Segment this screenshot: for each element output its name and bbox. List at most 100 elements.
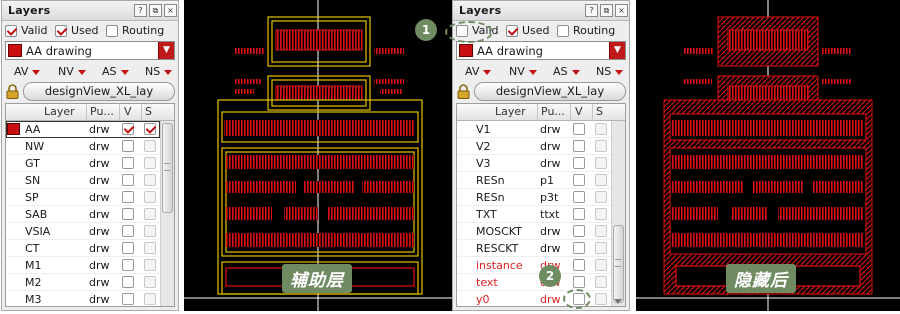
visible-checkbox[interactable]: [573, 174, 585, 186]
visible-checkbox[interactable]: [122, 157, 134, 169]
lock-icon[interactable]: [6, 84, 19, 99]
table-scrollbar[interactable]: [160, 121, 174, 306]
visible-checkbox[interactable]: [573, 191, 585, 203]
visible-checkbox[interactable]: [573, 242, 585, 254]
visible-checkbox[interactable]: [122, 191, 134, 203]
chevron-down-icon[interactable]: ▼: [158, 42, 174, 59]
filter-as-button[interactable]: AS: [102, 65, 129, 78]
selectable-checkbox[interactable]: [595, 225, 607, 237]
selectable-checkbox[interactable]: [595, 242, 607, 254]
close-icon[interactable]: ×: [615, 4, 628, 17]
filter-used[interactable]: Used: [55, 24, 99, 37]
filter-nv-button[interactable]: NV: [58, 65, 86, 78]
visible-checkbox[interactable]: [573, 123, 585, 135]
table-row[interactable]: AA drw: [6, 121, 160, 138]
table-row[interactable]: RESCKT drw: [457, 240, 611, 257]
visible-checkbox[interactable]: [573, 276, 585, 288]
col-selectable[interactable]: S: [145, 105, 152, 118]
selectable-checkbox[interactable]: [144, 276, 156, 288]
table-scrollbar[interactable]: [611, 121, 625, 306]
filter-used[interactable]: Used: [506, 24, 550, 37]
lock-icon[interactable]: [457, 84, 470, 99]
table-row[interactable]: textdrw: [457, 274, 611, 291]
visible-checkbox[interactable]: [573, 157, 585, 169]
table-row[interactable]: TXT ttxt: [457, 206, 611, 223]
selectable-checkbox[interactable]: [144, 174, 156, 186]
valid-checkbox[interactable]: [5, 24, 17, 37]
current-layer-select[interactable]: AA drawing ▼: [5, 41, 175, 60]
table-row[interactable]: V1 drw: [457, 121, 611, 138]
visible-checkbox[interactable]: [573, 140, 585, 152]
selectable-checkbox[interactable]: [144, 208, 156, 220]
help-icon[interactable]: ?: [585, 4, 598, 17]
selectable-checkbox[interactable]: [144, 225, 156, 237]
view-name-button[interactable]: designView_XL_lay: [474, 82, 626, 101]
col-layer[interactable]: Layer: [44, 105, 75, 118]
visible-checkbox[interactable]: [573, 208, 585, 220]
table-row[interactable]: GT drw: [6, 155, 160, 172]
visible-checkbox[interactable]: [122, 140, 134, 152]
table-row[interactable]: VSIA drw: [6, 223, 160, 240]
layout-canvas-left[interactable]: 辅助层: [184, 0, 456, 311]
filter-ns-button[interactable]: NS: [596, 65, 624, 78]
chevron-down-icon[interactable]: ▼: [609, 42, 625, 59]
table-row[interactable]: V3 drw: [457, 155, 611, 172]
float-icon[interactable]: ⧉: [149, 4, 162, 17]
filter-valid[interactable]: Valid: [5, 24, 48, 37]
visible-checkbox[interactable]: [573, 225, 585, 237]
used-checkbox[interactable]: [506, 24, 518, 37]
col-purpose[interactable]: Pu...: [90, 105, 114, 118]
visible-checkbox[interactable]: [122, 174, 134, 186]
table-row[interactable]: RESn p3t: [457, 189, 611, 206]
visible-checkbox[interactable]: [122, 242, 134, 254]
scroll-down-icon[interactable]: [614, 299, 622, 304]
table-row[interactable]: M1 drw: [6, 257, 160, 274]
selectable-checkbox[interactable]: [144, 242, 156, 254]
routing-checkbox[interactable]: [557, 24, 569, 37]
table-row[interactable]: MOSCKT drw: [457, 223, 611, 240]
selectable-checkbox[interactable]: [144, 191, 156, 203]
filter-as-button[interactable]: AS: [553, 65, 580, 78]
selectable-checkbox[interactable]: [144, 140, 156, 152]
table-row[interactable]: V2 drw: [457, 138, 611, 155]
help-icon[interactable]: ?: [134, 4, 147, 17]
visible-checkbox[interactable]: [122, 259, 134, 271]
filter-av-button[interactable]: AV: [14, 65, 41, 78]
selectable-checkbox[interactable]: [144, 157, 156, 169]
selectable-checkbox[interactable]: [595, 208, 607, 220]
filter-nv-button[interactable]: NV: [509, 65, 537, 78]
table-row[interactable]: SAB drw: [6, 206, 160, 223]
filter-ns-button[interactable]: NS: [145, 65, 173, 78]
table-row[interactable]: RESn p1: [457, 172, 611, 189]
selectable-checkbox[interactable]: [144, 293, 156, 305]
table-row[interactable]: SP drw: [6, 189, 160, 206]
close-icon[interactable]: ×: [164, 4, 177, 17]
filter-routing[interactable]: Routing: [106, 24, 164, 37]
visible-checkbox[interactable]: [122, 276, 134, 288]
visible-checkbox[interactable]: [122, 123, 134, 135]
selectable-checkbox[interactable]: [595, 140, 607, 152]
filter-routing[interactable]: Routing: [557, 24, 615, 37]
table-row[interactable]: SN drw: [6, 172, 160, 189]
current-layer-select[interactable]: AA drawing ▼: [456, 41, 626, 60]
selectable-checkbox[interactable]: [144, 123, 156, 135]
table-row[interactable]: instancedrw: [457, 257, 611, 274]
col-layer[interactable]: Layer: [495, 105, 526, 118]
col-visible[interactable]: V: [124, 105, 132, 118]
view-name-button[interactable]: designView_XL_lay: [23, 82, 175, 101]
selectable-checkbox[interactable]: [144, 259, 156, 271]
visible-checkbox[interactable]: [122, 225, 134, 237]
selectable-checkbox[interactable]: [595, 123, 607, 135]
table-row[interactable]: NW drw: [6, 138, 160, 155]
visible-checkbox[interactable]: [122, 293, 134, 305]
selectable-checkbox[interactable]: [595, 276, 607, 288]
selectable-checkbox[interactable]: [595, 259, 607, 271]
selectable-checkbox[interactable]: [595, 191, 607, 203]
visible-checkbox[interactable]: [122, 208, 134, 220]
table-row[interactable]: M3 drw: [6, 291, 160, 306]
selectable-checkbox[interactable]: [595, 157, 607, 169]
float-icon[interactable]: ⧉: [600, 4, 613, 17]
table-row[interactable]: CT drw: [6, 240, 160, 257]
col-purpose[interactable]: Pu...: [541, 105, 565, 118]
visible-checkbox[interactable]: [573, 259, 585, 271]
